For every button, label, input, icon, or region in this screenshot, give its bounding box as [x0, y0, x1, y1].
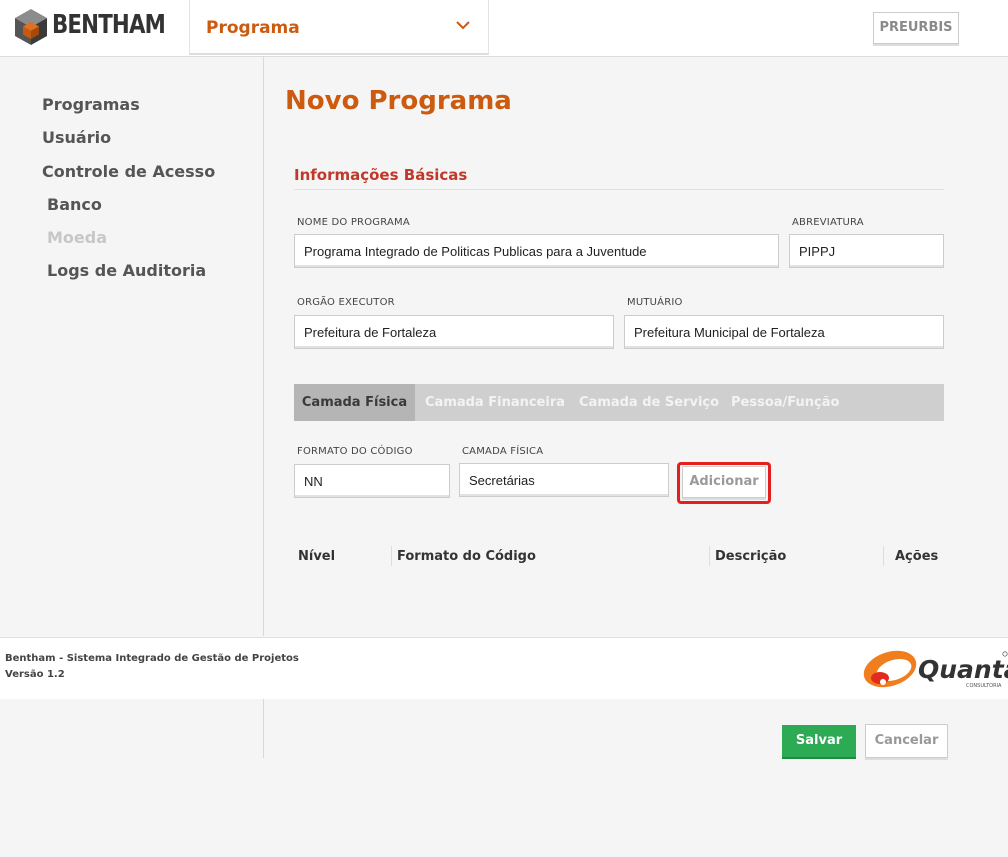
sidebar-item-banco[interactable]: Banco — [47, 195, 102, 214]
layer-tabs: Camada Física Camada Financeira Camada d… — [294, 384, 944, 421]
table-header-separator — [883, 546, 884, 566]
sidebar-item-controle-de-acesso[interactable]: Controle de Acesso — [42, 162, 215, 181]
quanta-logo: Quanta CONSULTORIA — [863, 650, 1008, 689]
tab-camada-de-servico[interactable]: Camada de Serviço — [579, 384, 719, 421]
borrower-label: MUTUÁRIO — [627, 297, 683, 308]
section-title: Informações Básicas — [294, 166, 468, 184]
footer-system-name: Bentham - Sistema Integrado de Gestão de… — [5, 653, 299, 664]
section-divider — [294, 189, 944, 190]
table-header-descricao: Descrição — [715, 549, 787, 564]
top-header: BENTHAM Programa PREURBIS — [0, 0, 1008, 57]
sidebar-item-logs-de-auditoria[interactable]: Logs de Auditoria — [47, 261, 206, 280]
executing-agency-field[interactable]: Prefeitura de Fortaleza — [294, 315, 614, 349]
physical-layer-field[interactable]: Secretárias — [459, 463, 669, 497]
footer: Bentham - Sistema Integrado de Gestão de… — [0, 637, 1008, 699]
executing-agency-label: ORGÃO EXECUTOR — [297, 297, 395, 308]
preurbis-button[interactable]: PREURBIS — [873, 12, 959, 44]
table-header-nivel: Nível — [298, 549, 336, 564]
table-header-separator — [391, 546, 392, 566]
program-select-value: Programa — [206, 18, 300, 38]
add-button[interactable]: Adicionar — [682, 466, 766, 498]
program-name-label: NOME DO PROGRAMA — [297, 217, 410, 228]
svg-text:Quanta: Quanta — [918, 655, 1008, 684]
program-select[interactable]: Programa — [189, 0, 489, 55]
sidebar-item-programas[interactable]: Programas — [42, 95, 140, 114]
code-format-label: FORMATO DO CÓDIGO — [297, 446, 413, 457]
cancel-button[interactable]: Cancelar — [865, 724, 948, 758]
table-header-formato: Formato do Código — [397, 549, 536, 564]
table-header-acoes: Ações — [895, 549, 939, 564]
save-button[interactable]: Salvar — [782, 725, 856, 757]
app-logo-text: BENTHAM — [52, 10, 166, 40]
table-header-separator — [709, 546, 710, 566]
bentham-cube-icon — [15, 9, 47, 45]
program-name-field[interactable]: Programa Integrado de Politicas Publicas… — [294, 234, 779, 268]
tab-camada-financeira[interactable]: Camada Financeira — [425, 384, 565, 421]
tab-camada-fisica[interactable]: Camada Física — [294, 384, 415, 421]
page-title: Novo Programa — [285, 86, 512, 116]
footer-version: Versão 1.2 — [5, 669, 65, 680]
sidebar-divider-lower — [263, 698, 264, 758]
code-format-field[interactable]: NN — [294, 464, 450, 498]
tab-pessoa-funcao[interactable]: Pessoa/Função — [731, 384, 839, 421]
abbreviation-label: ABREVIATURA — [792, 217, 864, 228]
sidebar-item-moeda: Moeda — [47, 228, 108, 247]
sidebar-divider — [263, 56, 264, 636]
chevron-down-icon — [456, 21, 470, 30]
abbreviation-field[interactable]: PIPPJ — [789, 234, 944, 268]
physical-layer-label: CAMADA FÍSICA — [462, 446, 544, 457]
svg-text:CONSULTORIA: CONSULTORIA — [966, 683, 1002, 689]
borrower-field[interactable]: Prefeitura Municipal de Fortaleza — [624, 315, 944, 349]
sidebar-item-usuario[interactable]: Usuário — [42, 128, 111, 147]
